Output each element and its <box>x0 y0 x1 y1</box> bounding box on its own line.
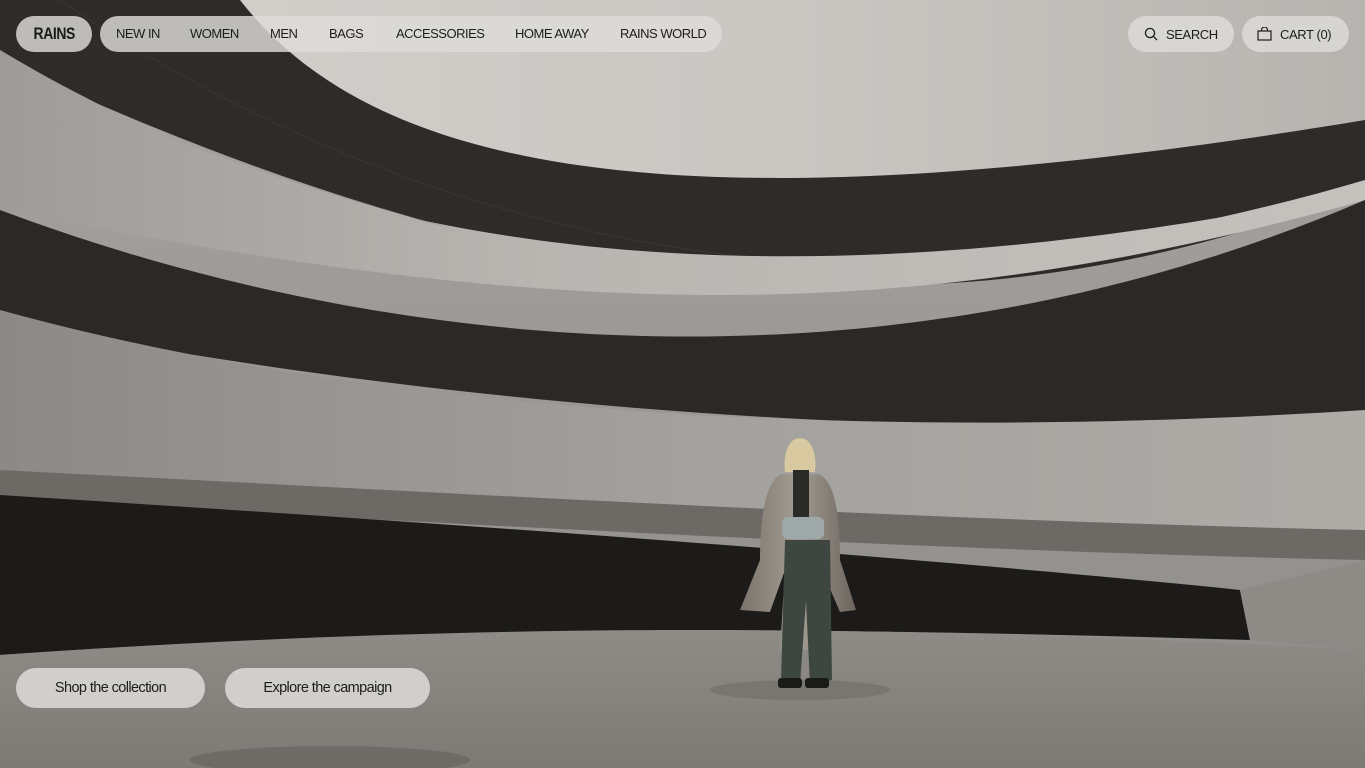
hero-section: RAINS NEW IN WOMEN MEN BAGS ACCESSORIES … <box>0 0 1365 768</box>
nav-item-accessories[interactable]: ACCESSORIES <box>396 26 485 41</box>
nav-item-new-in[interactable]: NEW IN <box>116 26 160 41</box>
nav-item-home-away[interactable]: HOME AWAY <box>515 26 589 41</box>
hero-background-image <box>0 0 1365 768</box>
cart-button[interactable]: CART (0) <box>1242 16 1349 52</box>
nav-item-bags[interactable]: BAGS <box>329 26 364 41</box>
nav-item-women[interactable]: WOMEN <box>190 26 239 41</box>
shopping-bag-icon <box>1257 27 1272 41</box>
brand-logo: RAINS <box>33 24 75 43</box>
explore-campaign-button[interactable]: Explore the campaign <box>225 668 430 708</box>
nav-item-men[interactable]: MEN <box>270 26 298 41</box>
main-nav: NEW IN WOMEN MEN BAGS ACCESSORIES HOME A… <box>100 16 722 52</box>
cart-label: CART (0) <box>1280 26 1332 42</box>
search-button[interactable]: SEARCH <box>1128 16 1234 52</box>
logo-button[interactable]: RAINS <box>16 16 92 52</box>
nav-item-rains-world[interactable]: RAINS WORLD <box>620 26 707 41</box>
search-label: SEARCH <box>1166 26 1218 42</box>
search-icon <box>1144 27 1158 41</box>
shop-collection-button[interactable]: Shop the collection <box>16 668 205 708</box>
